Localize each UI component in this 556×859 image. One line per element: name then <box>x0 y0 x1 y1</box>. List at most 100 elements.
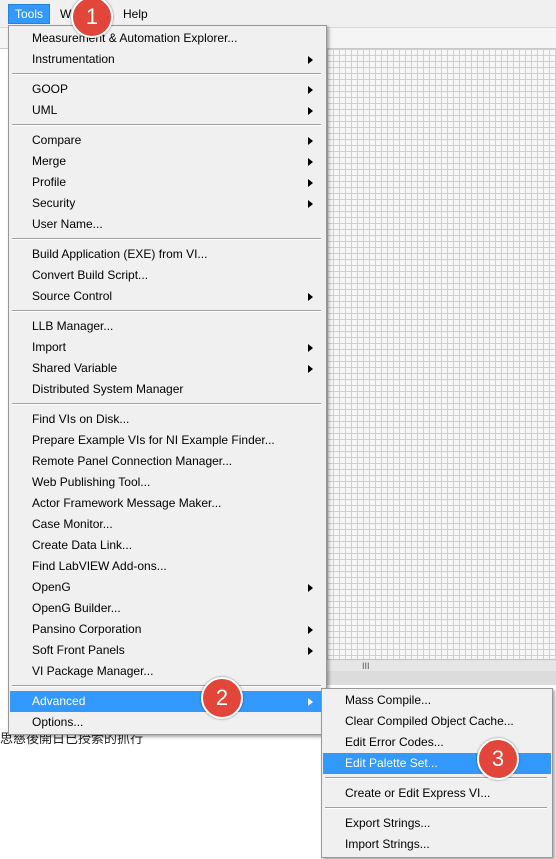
menu-item-label: GOOP <box>32 82 69 96</box>
menu-item-source-control[interactable]: Source Control <box>10 286 325 307</box>
advanced-submenu: Mass Compile... Clear Compiled Object Ca… <box>321 688 553 858</box>
block-diagram-canvas[interactable] <box>327 49 556 659</box>
menu-item-llb-manager[interactable]: LLB Manager... <box>10 316 325 337</box>
menu-item-openg-builder[interactable]: OpenG Builder... <box>10 598 325 619</box>
submenu-arrow-icon <box>308 584 313 592</box>
menu-separator <box>325 777 547 779</box>
menu-item-shared-variable[interactable]: Shared Variable <box>10 358 325 379</box>
menu-separator <box>12 124 321 126</box>
menu-item-create-data-link[interactable]: Create Data Link... <box>10 535 325 556</box>
menu-item-mae[interactable]: Measurement & Automation Explorer... <box>10 28 325 49</box>
menu-item-label: UML <box>32 103 58 117</box>
menu-item-label: Find VIs on Disk... <box>32 412 130 426</box>
menu-item-label: Edit Palette Set... <box>345 756 438 770</box>
menu-item-label: Import Strings... <box>345 837 430 851</box>
menu-item-pansino-corporation[interactable]: Pansino Corporation <box>10 619 325 640</box>
menu-item-soft-front-panels[interactable]: Soft Front Panels <box>10 640 325 661</box>
menu-item-label: OpenG Builder... <box>32 601 121 615</box>
menu-item-label: Options... <box>32 715 84 729</box>
menu-item-security[interactable]: Security <box>10 193 325 214</box>
menu-item-goop[interactable]: GOOP <box>10 79 325 100</box>
menu-item-prepare-example-vis[interactable]: Prepare Example VIs for NI Example Finde… <box>10 430 325 451</box>
menu-item-uml[interactable]: UML <box>10 100 325 121</box>
submenu-item-import-strings[interactable]: Import Strings... <box>323 834 551 855</box>
menu-item-label: Actor Framework Message Maker... <box>32 496 222 510</box>
menu-item-label: Compare <box>32 133 82 147</box>
menu-item-compare[interactable]: Compare <box>10 130 325 151</box>
submenu-arrow-icon <box>308 698 313 706</box>
step-badge-3: 3 <box>477 738 519 780</box>
step-badge-2: 2 <box>201 677 243 719</box>
menu-item-label: Distributed System Manager <box>32 382 184 396</box>
submenu-arrow-icon <box>308 293 313 301</box>
menu-tools[interactable]: Tools <box>8 4 51 24</box>
menu-item-openg[interactable]: OpenG <box>10 577 325 598</box>
submenu-arrow-icon <box>308 158 313 166</box>
menu-item-label: Clear Compiled Object Cache... <box>345 714 514 728</box>
menu-item-label: User Name... <box>32 217 103 231</box>
menu-item-label: Import <box>32 340 67 354</box>
scrollbar-grip[interactable]: III <box>362 661 370 671</box>
menu-item-label: Security <box>32 196 76 210</box>
menu-item-build-application[interactable]: Build Application (EXE) from VI... <box>10 244 325 265</box>
submenu-item-export-strings[interactable]: Export Strings... <box>323 813 551 834</box>
menu-separator <box>12 73 321 75</box>
submenu-arrow-icon <box>308 344 313 352</box>
menu-item-label: Soft Front Panels <box>32 643 125 657</box>
menu-item-find-vis-on-disk[interactable]: Find VIs on Disk... <box>10 409 325 430</box>
submenu-arrow-icon <box>308 365 313 373</box>
menu-item-user-name[interactable]: User Name... <box>10 214 325 235</box>
menu-item-label: LLB Manager... <box>32 319 114 333</box>
menu-item-label: Remote Panel Connection Manager... <box>32 454 233 468</box>
menu-item-label: Pansino Corporation <box>32 622 142 636</box>
menu-separator <box>12 238 321 240</box>
submenu-arrow-icon <box>308 107 313 115</box>
submenu-item-create-edit-express-vi[interactable]: Create or Edit Express VI... <box>323 783 551 804</box>
menu-item-case-monitor[interactable]: Case Monitor... <box>10 514 325 535</box>
menu-item-profile[interactable]: Profile <box>10 172 325 193</box>
submenu-arrow-icon <box>308 179 313 187</box>
menu-item-label: Measurement & Automation Explorer... <box>32 31 238 45</box>
menu-item-label: VI Package Manager... <box>32 664 154 678</box>
menu-item-label: Merge <box>32 154 67 168</box>
menu-item-label: Shared Variable <box>32 361 118 375</box>
menu-item-convert-build-script[interactable]: Convert Build Script... <box>10 265 325 286</box>
submenu-arrow-icon <box>308 137 313 145</box>
menu-item-label: Prepare Example VIs for NI Example Finde… <box>32 433 275 447</box>
menu-item-label: Create or Edit Express VI... <box>345 786 491 800</box>
menu-item-import[interactable]: Import <box>10 337 325 358</box>
submenu-arrow-icon <box>308 626 313 634</box>
menu-item-label: Profile <box>32 175 67 189</box>
tools-menu: Measurement & Automation Explorer... Ins… <box>8 25 327 735</box>
menu-item-label: Create Data Link... <box>32 538 133 552</box>
menu-item-distributed-system-manager[interactable]: Distributed System Manager <box>10 379 325 400</box>
menu-separator <box>325 807 547 809</box>
submenu-arrow-icon <box>308 200 313 208</box>
menu-separator <box>12 403 321 405</box>
menu-item-label: Mass Compile... <box>345 693 432 707</box>
menu-item-label: Build Application (EXE) from VI... <box>32 247 208 261</box>
menu-help[interactable]: Help <box>117 5 154 23</box>
menu-item-label: OpenG <box>32 580 71 594</box>
submenu-arrow-icon <box>308 56 313 64</box>
menu-item-options[interactable]: Options... <box>10 712 325 733</box>
menu-separator <box>12 685 321 687</box>
menu-item-vi-package-manager[interactable]: VI Package Manager... <box>10 661 325 682</box>
menu-item-label: Web Publishing Tool... <box>32 475 151 489</box>
menu-item-remote-panel-connection-manager[interactable]: Remote Panel Connection Manager... <box>10 451 325 472</box>
submenu-item-mass-compile[interactable]: Mass Compile... <box>323 690 551 711</box>
menu-item-label: Source Control <box>32 289 113 303</box>
menu-item-actor-framework-message-maker[interactable]: Actor Framework Message Maker... <box>10 493 325 514</box>
menu-item-merge[interactable]: Merge <box>10 151 325 172</box>
menu-item-label: Export Strings... <box>345 816 431 830</box>
submenu-arrow-icon <box>308 86 313 94</box>
menu-item-label: Find LabVIEW Add-ons... <box>32 559 167 573</box>
menu-item-label: Advanced <box>32 694 86 708</box>
menu-item-web-publishing-tool[interactable]: Web Publishing Tool... <box>10 472 325 493</box>
submenu-item-clear-compiled-object-cache[interactable]: Clear Compiled Object Cache... <box>323 711 551 732</box>
status-strip <box>327 671 556 685</box>
menu-item-find-labview-addons[interactable]: Find LabVIEW Add-ons... <box>10 556 325 577</box>
menu-item-label: Case Monitor... <box>32 517 113 531</box>
menu-item-advanced[interactable]: Advanced <box>10 691 325 712</box>
menu-item-instrumentation[interactable]: Instrumentation <box>10 49 325 70</box>
